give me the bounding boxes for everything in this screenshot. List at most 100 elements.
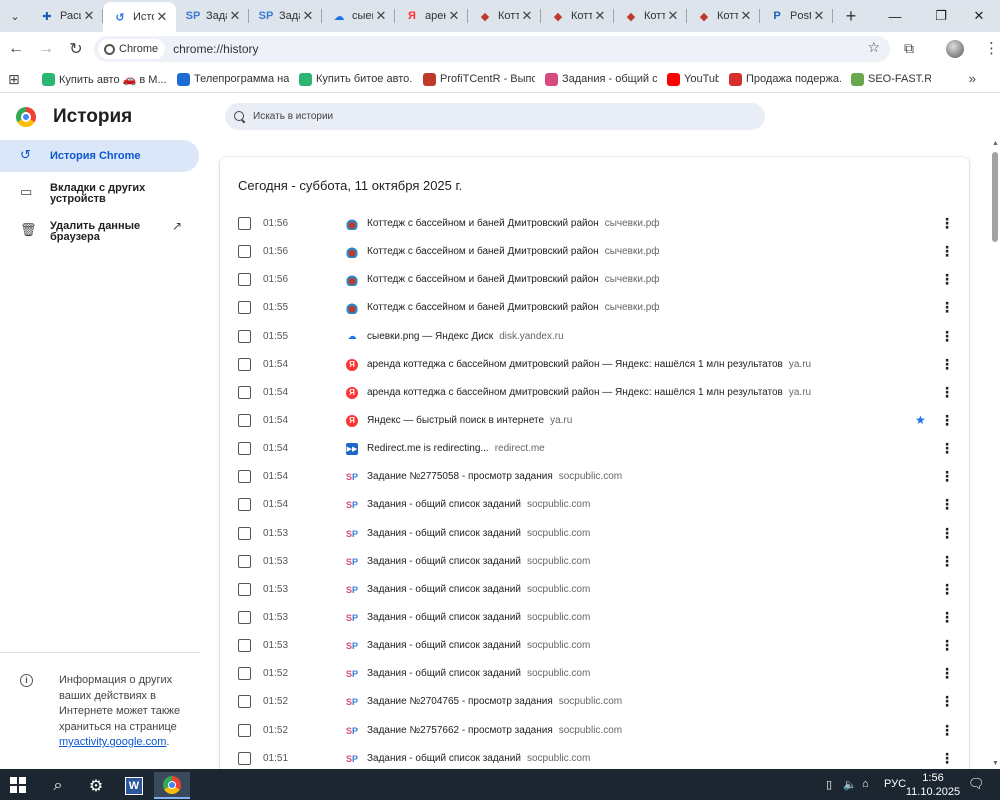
row-checkbox[interactable] — [238, 442, 251, 456]
row-more-actions-icon[interactable]: ⋮ — [940, 749, 954, 767]
history-row[interactable]: 01:53 S P Задания - общий список заданий soc… — [220, 548, 969, 576]
row-more-actions-icon[interactable]: ⋮ — [940, 721, 954, 739]
history-row[interactable]: 01:55 Коттедж с бассейном и баней Дмитров… — [220, 294, 969, 322]
battery-icon[interactable]: ▯ — [826, 778, 832, 791]
close-tab-icon[interactable]: ✕ — [446, 8, 462, 24]
new-tab-button[interactable]: + — [837, 2, 865, 30]
tab-8[interactable]: ◆ Котт ✕ — [614, 0, 687, 32]
row-checkbox[interactable] — [238, 554, 251, 568]
history-row[interactable]: 01:56 Коттедж с бассейном и баней Дмитров… — [220, 238, 969, 266]
tab-7[interactable]: ◆ Котт ✕ — [541, 0, 614, 32]
settings-gear-icon[interactable]: ⚙ — [78, 772, 114, 799]
history-row[interactable]: 01:53 S P Задания - общий список заданий soc… — [220, 520, 969, 548]
close-tab-icon[interactable]: ✕ — [81, 8, 97, 24]
close-tab-icon[interactable]: ✕ — [300, 8, 316, 24]
entry-title-link[interactable]: аренда коттеджа с бассейном дмитровский … — [367, 359, 811, 370]
tab-5[interactable]: Яарен✕ — [395, 0, 468, 32]
chrome-menu-icon[interactable]: ⋮ — [984, 40, 999, 58]
minimize-button[interactable]: — — [872, 0, 918, 32]
profile-avatar[interactable] — [946, 40, 964, 58]
row-checkbox[interactable] — [238, 329, 251, 343]
bookmark-item[interactable]: YouTube — [667, 72, 719, 86]
row-checkbox[interactable] — [238, 498, 251, 512]
history-row[interactable]: 01:54 Я Яндекс — быстрый поиск в интернете… — [220, 407, 969, 435]
windows-start-icon[interactable] — [10, 777, 26, 793]
myactivity-link[interactable]: myactivity.google.com — [59, 736, 166, 748]
bookmark-item[interactable]: Продажа подержа... — [729, 72, 841, 86]
row-checkbox[interactable] — [238, 245, 251, 259]
row-more-actions-icon[interactable]: ⋮ — [940, 383, 954, 401]
row-checkbox[interactable] — [238, 273, 251, 287]
search-input[interactable] — [253, 111, 733, 122]
row-more-actions-icon[interactable]: ⋮ — [940, 664, 954, 682]
row-more-actions-icon[interactable]: ⋮ — [940, 327, 954, 345]
tab-9[interactable]: ◆ Котт ✕ — [687, 0, 760, 32]
row-checkbox[interactable] — [238, 582, 251, 596]
entry-title-link[interactable]: Коттедж с бассейном и баней Дмитровский … — [367, 302, 660, 313]
history-row[interactable]: 01:54 S P Задания - общий список заданий soc… — [220, 491, 969, 519]
history-row[interactable]: 01:56 Коттедж с бассейном и баней Дмитров… — [220, 210, 969, 238]
close-tab-icon[interactable]: ✕ — [227, 8, 243, 24]
row-more-actions-icon[interactable]: ⋮ — [940, 552, 954, 570]
history-row[interactable]: 01:53 S P Задания - общий список заданий soc… — [220, 604, 969, 632]
row-checkbox[interactable] — [238, 639, 251, 653]
close-tab-icon[interactable]: ✕ — [738, 8, 754, 24]
bookmark-item[interactable]: SEO-FAST.RU — [851, 72, 931, 86]
bookmark-item[interactable]: Задания - общий с... — [545, 72, 657, 86]
scroll-down-arrow-icon[interactable]: ▼ — [992, 760, 999, 767]
history-row[interactable]: 01:54 Яаренда коттеджа с бассейном дмитро… — [220, 379, 969, 407]
row-more-actions-icon[interactable]: ⋮ — [940, 636, 954, 654]
sidebar-item-clear-data[interactable]: 🗑 Удалить данные браузера ↗ — [0, 220, 210, 245]
scrollbar-thumb[interactable] — [992, 152, 998, 242]
row-more-actions-icon[interactable]: ⋮ — [940, 467, 954, 485]
entry-title-link[interactable]: Коттедж с бассейном и баней Дмитровский … — [367, 218, 660, 229]
bookmark-item[interactable]: Телепрограмма на... — [177, 72, 289, 86]
entry-title-link[interactable]: Коттедж с бассейном и баней Дмитровский … — [367, 274, 660, 285]
apps-grid-icon[interactable]: ⊞ — [8, 71, 28, 88]
row-more-actions-icon[interactable]: ⋮ — [940, 439, 954, 457]
history-row[interactable]: 01:52 S P Задания - общий список заданий soc… — [220, 660, 969, 688]
history-row[interactable]: 01:53 S P Задания - общий список заданий soc… — [220, 576, 969, 604]
entry-title-link[interactable]: аренда коттеджа с бассейном дмитровский … — [367, 387, 811, 398]
search-taskbar-icon[interactable]: ⌕ — [40, 772, 76, 799]
history-search-box[interactable] — [225, 103, 765, 130]
close-window-button[interactable]: ✕ — [956, 0, 1000, 32]
history-row[interactable]: 01:54 S P Задание №2775058 - просмотр задан… — [220, 463, 969, 491]
history-row[interactable]: 01:56 Коттедж с бассейном и баней Дмитров… — [220, 266, 969, 294]
address-bar[interactable]: Chrome chrome://history ☆ — [94, 36, 890, 62]
tab-2[interactable]: SP Зада✕ — [176, 0, 249, 32]
row-more-actions-icon[interactable]: ⋮ — [940, 608, 954, 626]
entry-title-link[interactable]: Задания - общий список заданий socpublic.… — [367, 668, 590, 679]
close-tab-icon[interactable]: ✕ — [665, 8, 681, 24]
sidebar-item-chrome-history[interactable]: ↺ История Chrome — [0, 140, 199, 172]
history-row[interactable]: 01:55 ☁ сыевки.png — Яндекс Диск disk.yande… — [220, 323, 969, 351]
bookmark-item[interactable]: Купить битое авто... — [299, 72, 413, 86]
entry-title-link[interactable]: Redirect.me is redirecting... redirect.me — [367, 443, 545, 454]
close-tab-icon[interactable]: ✕ — [811, 8, 827, 24]
history-row[interactable]: 01:53 S P Задания - общий список заданий soc… — [220, 632, 969, 660]
entry-title-link[interactable]: Задания - общий список заданий socpublic.… — [367, 556, 590, 567]
tab-4[interactable]: ☁ сыев✕ — [322, 0, 395, 32]
entry-title-link[interactable]: Задания - общий список заданий socpublic.… — [367, 753, 590, 764]
close-tab-icon[interactable]: ✕ — [373, 8, 389, 24]
row-checkbox[interactable] — [238, 470, 251, 484]
row-more-actions-icon[interactable]: ⋮ — [940, 495, 954, 513]
bookmark-star-icon[interactable]: ☆ — [867, 39, 880, 56]
notifications-icon[interactable]: 🗨 — [968, 776, 985, 792]
reload-button[interactable]: ↻ — [62, 35, 90, 63]
entry-title-link[interactable]: Яндекс — быстрый поиск в интернете ya.ru — [367, 415, 572, 426]
volume-icon[interactable]: 🔈 — [843, 778, 857, 791]
history-row[interactable]: 01:54 Яаренда коттеджа с бассейном дмитро… — [220, 351, 969, 379]
row-more-actions-icon[interactable]: ⋮ — [940, 355, 954, 373]
row-checkbox[interactable] — [238, 413, 251, 427]
sidebar-item-other-devices[interactable]: ▭ Вкладки с других устройств — [0, 183, 210, 207]
row-checkbox[interactable] — [238, 695, 251, 709]
bookmark-item[interactable]: ProfiTCentR - Выпо... — [423, 72, 535, 86]
extensions-puzzle-icon[interactable]: ⧉ — [904, 40, 914, 57]
row-more-actions-icon[interactable]: ⋮ — [940, 214, 954, 232]
entry-title-link[interactable]: Задания - общий список заданий socpublic.… — [367, 499, 590, 510]
word-app-icon[interactable]: W — [116, 772, 152, 799]
row-checkbox[interactable] — [238, 610, 251, 624]
row-checkbox[interactable] — [238, 751, 251, 765]
entry-title-link[interactable]: Задания - общий список заданий socpublic.… — [367, 584, 590, 595]
